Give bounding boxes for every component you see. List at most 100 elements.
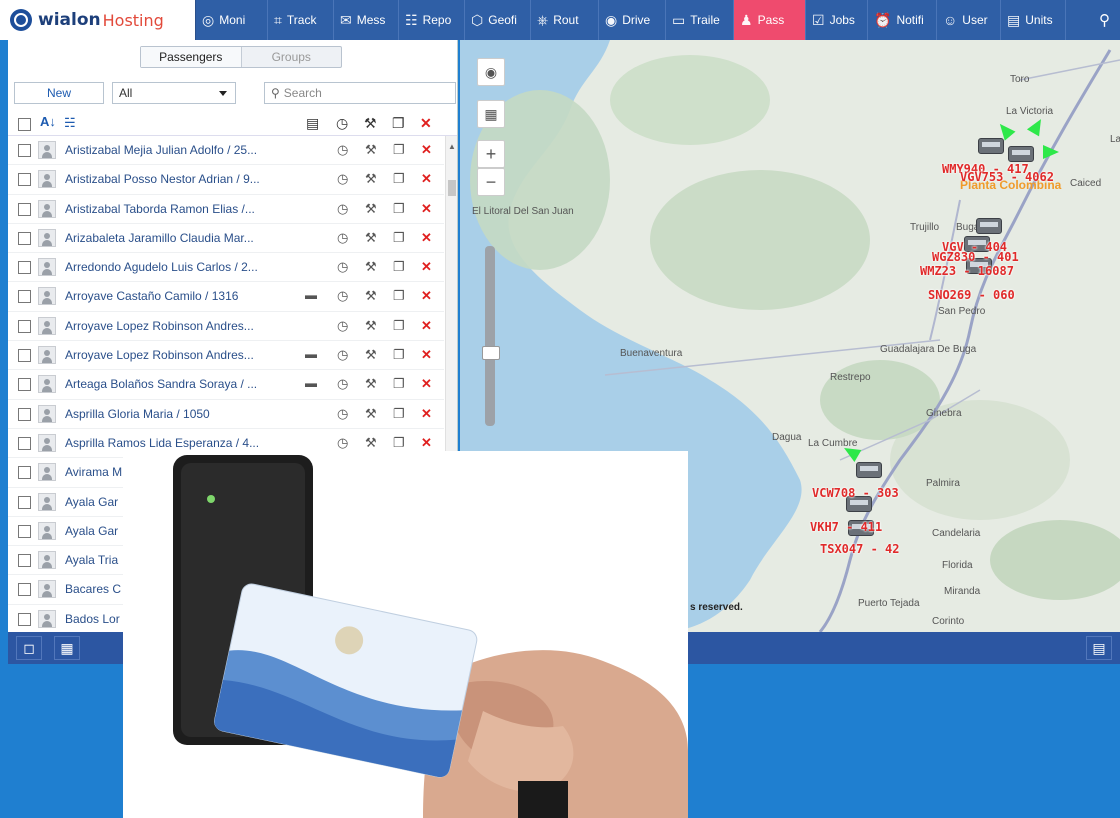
passenger-name[interactable]: Arroyave Castaño Camilo / 1316	[65, 289, 275, 303]
passenger-name[interactable]: Asprilla Ramos Lida Esperanza / 4...	[65, 436, 275, 450]
search-field[interactable]: ⚲	[264, 82, 456, 104]
row-checkbox[interactable]	[18, 202, 31, 216]
delete-icon[interactable]: ✕	[421, 347, 432, 363]
vehicle-bus-icon[interactable]	[856, 462, 882, 478]
wrench-icon[interactable]: ⚒	[365, 201, 377, 217]
vehicle-label[interactable]: VKH7 - 411	[810, 520, 882, 534]
passenger-name[interactable]: Arroyave Lopez Robinson Andres...	[65, 319, 275, 333]
passenger-row[interactable]: Aristizabal Taborda Ramon Elias /... ◷ ⚒ ❐ ✕	[8, 195, 444, 224]
search-icon[interactable]: ⚲	[1089, 0, 1120, 40]
row-checkbox[interactable]	[18, 261, 31, 275]
delete-icon[interactable]: ✕	[421, 376, 432, 392]
row-checkbox[interactable]	[18, 144, 31, 157]
wrench-icon[interactable]: ⚒	[365, 230, 377, 246]
new-passenger-button[interactable]: New	[14, 82, 104, 104]
row-checkbox[interactable]	[18, 524, 31, 538]
vehicle-label[interactable]: SNO269 - 060	[928, 288, 1015, 302]
nav-tab-messages[interactable]: ✉ Mess	[334, 0, 399, 40]
row-checkbox[interactable]	[18, 495, 31, 509]
row-checkbox[interactable]	[18, 319, 31, 333]
nav-tab-users[interactable]: ☺ User	[937, 0, 1001, 40]
vehicle-label[interactable]: WMZ23 - 16087	[920, 264, 1014, 278]
passenger-name[interactable]: Aristizabal Posso Nestor Adrian / 9...	[65, 172, 275, 186]
wrench-icon[interactable]: ⚒	[365, 142, 377, 158]
delete-icon[interactable]: ✕	[421, 288, 432, 304]
row-checkbox[interactable]	[18, 231, 31, 245]
nav-tab-drivers[interactable]: ◉ Drive	[599, 0, 666, 40]
copy-icon[interactable]: ❐	[393, 201, 405, 217]
zoom-out-button[interactable]: −	[477, 168, 505, 196]
vehicle-label[interactable]: WGZ830 - 401	[932, 250, 1019, 264]
wrench-icon[interactable]: ⚒	[365, 259, 377, 275]
copy-icon[interactable]: ❐	[393, 230, 405, 246]
wialon-logo[interactable]: wialon Hosting	[0, 0, 196, 40]
sort-az-icon[interactable]: A↓	[40, 114, 56, 129]
passenger-name[interactable]: Aristizabal Mejia Julian Adolfo / 25...	[65, 143, 275, 157]
wrench-icon[interactable]: ⚒	[365, 171, 377, 187]
clock-icon[interactable]: ◷	[337, 288, 348, 304]
clock-icon[interactable]: ◷	[337, 406, 348, 422]
delete-icon[interactable]: ✕	[421, 230, 432, 246]
wrench-icon[interactable]: ⚒	[365, 406, 377, 422]
row-checkbox[interactable]	[18, 290, 31, 304]
passenger-name[interactable]: Arizabaleta Jaramillo Claudia Mar...	[65, 231, 275, 245]
delete-icon[interactable]: ✕	[421, 201, 432, 217]
clock-icon[interactable]: ◷	[337, 201, 348, 217]
tab-groups[interactable]: Groups	[242, 47, 342, 67]
nav-tab-units[interactable]: ▤ Units	[1001, 0, 1066, 40]
row-checkbox[interactable]	[18, 436, 31, 450]
copy-icon[interactable]: ❐	[393, 406, 405, 422]
map-visibility-icon[interactable]: ◉	[477, 58, 505, 86]
tab-passengers[interactable]: Passengers	[141, 47, 242, 67]
vehicle-bus-icon[interactable]	[976, 218, 1002, 234]
copy-icon[interactable]: ❐	[393, 376, 405, 392]
filter-select[interactable]: All	[112, 82, 236, 104]
nav-tab-geofences[interactable]: ⬡ Geofi	[465, 0, 531, 40]
copy-icon[interactable]: ❐	[393, 288, 405, 304]
passenger-row[interactable]: Arteaga Bolaños Sandra Soraya / ... ▬ ◷ ⚒ ❐ ✕	[8, 370, 444, 400]
passenger-name[interactable]: Arredondo Agudelo Luis Carlos / 2...	[65, 260, 275, 274]
nav-tab-monitoring[interactable]: ◎ Moni	[196, 0, 268, 40]
wrench-icon[interactable]: ⚒	[365, 435, 377, 451]
row-checkbox[interactable]	[18, 466, 31, 480]
vehicle-bus-icon[interactable]	[978, 138, 1004, 154]
copy-icon[interactable]: ❐	[393, 259, 405, 275]
wrench-icon[interactable]: ⚒	[365, 347, 377, 363]
copy-icon[interactable]: ❐	[393, 171, 405, 187]
passenger-row[interactable]: Arredondo Agudelo Luis Carlos / 2... ◷ ⚒ ❐ ✕	[8, 253, 444, 283]
row-checkbox[interactable]	[18, 612, 31, 626]
delete-icon[interactable]: ✕	[421, 406, 432, 422]
search-input[interactable]	[283, 86, 434, 100]
clock-icon[interactable]: ◷	[337, 259, 348, 275]
dashboard-icon[interactable]: ▤	[1086, 636, 1112, 660]
zoom-slider-handle[interactable]	[482, 346, 500, 360]
vehicle-bus-icon[interactable]	[1008, 146, 1034, 162]
delete-icon[interactable]: ✕	[421, 259, 432, 275]
nav-tab-routes[interactable]: ⎈ Rout	[531, 0, 599, 40]
row-checkbox[interactable]	[18, 407, 31, 421]
zoom-in-button[interactable]: +	[477, 140, 505, 168]
scroll-up-icon[interactable]: ▲	[448, 142, 456, 151]
copy-icon[interactable]: ❐	[393, 347, 405, 363]
nav-tab-trailers[interactable]: ▭ Traile	[666, 0, 734, 40]
wrench-icon[interactable]: ⚒	[365, 318, 377, 334]
wrench-icon[interactable]: ⚒	[365, 288, 377, 304]
clock-icon[interactable]: ◷	[337, 318, 348, 334]
delete-icon[interactable]: ✕	[421, 171, 432, 187]
copy-icon[interactable]: ❐	[393, 435, 405, 451]
nav-tab-notifications[interactable]: ⏰ Notifi	[868, 0, 937, 40]
vehicle-label[interactable]: VCW708 - 303	[812, 486, 899, 500]
passenger-row[interactable]: Asprilla Gloria Maria / 1050 ◷ ⚒ ❐ ✕	[8, 400, 444, 429]
clock-icon[interactable]: ◷	[337, 376, 348, 392]
nav-tab-reports[interactable]: ☷ Repo	[399, 0, 465, 40]
select-all-checkbox[interactable]	[18, 118, 31, 131]
delete-icon[interactable]: ✕	[421, 435, 432, 451]
row-checkbox[interactable]	[18, 378, 31, 392]
passenger-name[interactable]: Arteaga Bolaños Sandra Soraya / ...	[65, 377, 275, 391]
clock-icon[interactable]: ◷	[337, 230, 348, 246]
passenger-row[interactable]: Aristizabal Mejia Julian Adolfo / 25... ◷…	[8, 136, 444, 166]
delete-icon[interactable]: ✕	[421, 142, 432, 158]
panel-toggle-icon[interactable]: ◻	[16, 636, 42, 660]
row-checkbox[interactable]	[18, 173, 31, 187]
clock-icon[interactable]: ◷	[337, 347, 348, 363]
